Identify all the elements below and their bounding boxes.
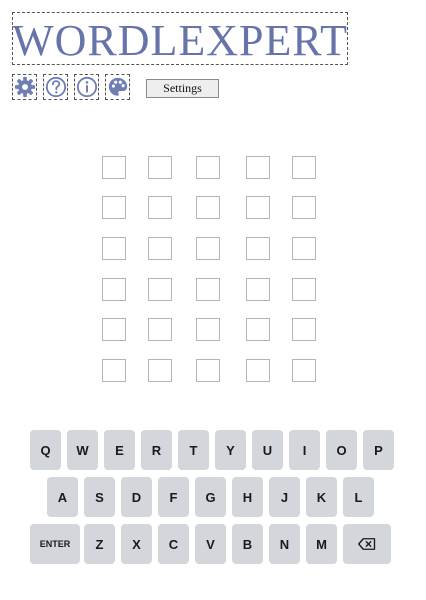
key-backspace[interactable] [343, 524, 391, 564]
help-button[interactable] [43, 74, 68, 100]
board-cell [246, 237, 270, 260]
board-cell [148, 318, 172, 341]
key-f[interactable]: F [158, 477, 189, 517]
info-icon [76, 76, 97, 98]
board-cell [102, 318, 126, 341]
board-cell [246, 359, 270, 382]
key-a[interactable]: A [47, 477, 78, 517]
board-cell [102, 156, 126, 179]
board-cell [102, 196, 126, 219]
board-cell [292, 278, 316, 301]
key-t[interactable]: T [178, 430, 209, 470]
key-l[interactable]: L [343, 477, 374, 517]
key-g[interactable]: G [195, 477, 226, 517]
key-u[interactable]: U [252, 430, 283, 470]
board-cell [292, 318, 316, 341]
board-cell [246, 318, 270, 341]
gear-icon [14, 76, 35, 98]
board-cell [292, 359, 316, 382]
key-m[interactable]: M [306, 524, 337, 564]
key-w[interactable]: W [67, 430, 98, 470]
key-z[interactable]: Z [84, 524, 115, 564]
board-cell [196, 237, 220, 260]
board-cell [148, 156, 172, 179]
key-k[interactable]: K [306, 477, 337, 517]
key-r[interactable]: R [141, 430, 172, 470]
board-cell [292, 196, 316, 219]
key-y[interactable]: Y [215, 430, 246, 470]
key-n[interactable]: N [269, 524, 300, 564]
settings-gear-button[interactable] [12, 74, 37, 100]
key-x[interactable]: X [121, 524, 152, 564]
key-p[interactable]: P [363, 430, 394, 470]
key-d[interactable]: D [121, 477, 152, 517]
key-b[interactable]: B [232, 524, 263, 564]
board-cell [148, 196, 172, 219]
key-j[interactable]: J [269, 477, 300, 517]
logo-text: WORDLEXPERT [12, 15, 348, 65]
board-cell [246, 156, 270, 179]
info-button[interactable] [74, 74, 99, 100]
backspace-icon [358, 538, 376, 550]
key-e[interactable]: E [104, 430, 135, 470]
board-cell [292, 156, 316, 179]
key-o[interactable]: O [326, 430, 357, 470]
key-h[interactable]: H [232, 477, 263, 517]
board-cell [196, 196, 220, 219]
board-cell [246, 278, 270, 301]
board-cell [196, 156, 220, 179]
board-cell [148, 359, 172, 382]
palette-icon [108, 77, 127, 96]
key-i[interactable]: I [289, 430, 320, 470]
help-icon [45, 76, 66, 98]
board-cell [196, 278, 220, 301]
key-q[interactable]: Q [30, 430, 61, 470]
board-cell [196, 318, 220, 341]
board-cell [148, 237, 172, 260]
board-cell [148, 278, 172, 301]
logo: WORDLEXPERT [12, 12, 348, 65]
board-cell [196, 359, 220, 382]
settings-button[interactable]: Settings [146, 79, 219, 98]
key-c[interactable]: C [158, 524, 189, 564]
board-cell [102, 359, 126, 382]
board-cell [292, 237, 316, 260]
board-cell [246, 196, 270, 219]
theme-button[interactable] [105, 74, 130, 100]
key-s[interactable]: S [84, 477, 115, 517]
board-cell [102, 278, 126, 301]
board-cell [102, 237, 126, 260]
key-v[interactable]: V [195, 524, 226, 564]
key-enter[interactable]: ENTER [30, 524, 80, 564]
